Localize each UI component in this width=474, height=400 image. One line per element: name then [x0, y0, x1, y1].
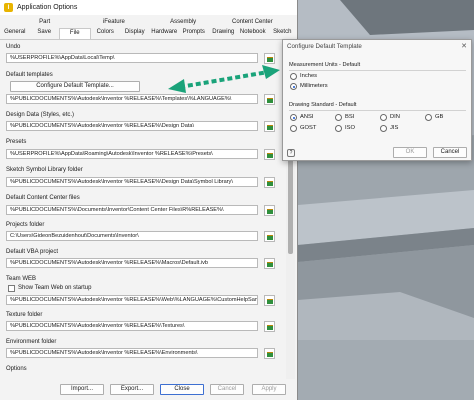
title-bar: I Application Options	[0, 0, 297, 15]
iso-label: ISO	[345, 125, 355, 131]
presets-browse-icon[interactable]	[264, 149, 275, 160]
tab-notebook[interactable]: Notebook	[238, 28, 268, 39]
dialog-title: Application Options	[17, 4, 78, 11]
tab-display[interactable]: Display	[120, 28, 150, 39]
gb-radio[interactable]	[425, 114, 432, 121]
sketch-symbol-browse-icon[interactable]	[264, 177, 275, 188]
tab-save[interactable]: Save	[30, 28, 60, 39]
tab-sketch[interactable]: Sketch	[268, 28, 298, 39]
team-web-path-field[interactable]: %PUBLICDOCUMENTS%\Autodesk\Inventor %REL…	[6, 295, 258, 305]
environment-path-field[interactable]: %PUBLICDOCUMENTS%\Autodesk\Inventor %REL…	[6, 348, 258, 358]
design-data-browse-icon[interactable]	[264, 121, 275, 132]
show-team-web-label: Show Team Web on startup	[18, 285, 92, 291]
design-data-path-field[interactable]: %PUBLICDOCUMENTS%\Autodesk\Inventor %REL…	[6, 121, 258, 131]
configure-default-template-button[interactable]: Configure Default Template...	[10, 81, 140, 92]
inches-label: Inches	[300, 73, 318, 79]
ansi-label: ANSI	[300, 114, 314, 120]
double-arrow-annotation	[168, 65, 280, 93]
gost-label: GOST	[300, 125, 317, 131]
team-web-browse-icon[interactable]	[264, 295, 275, 306]
vba-path-field[interactable]: %PUBLICDOCUMENTS%\Autodesk\Inventor %REL…	[6, 258, 258, 268]
content-center-path-field[interactable]: %PUBLICDOCUMENTS%\Documents\Inventor\Con…	[6, 205, 258, 215]
templates-label: Default templates	[6, 72, 53, 78]
tab-strip: Part iFeature Assembly Content Center Ge…	[0, 15, 297, 40]
environment-label: Environment folder	[6, 339, 57, 345]
vba-browse-icon[interactable]	[264, 258, 275, 269]
jis-label: JIS	[390, 125, 399, 131]
texture-path-field[interactable]: %PUBLICDOCUMENTS%\Autodesk\Inventor %REL…	[6, 321, 258, 331]
tab-hardware[interactable]: Hardware	[150, 28, 180, 39]
close-button[interactable]: Close	[160, 384, 204, 395]
environment-browse-icon[interactable]	[264, 348, 275, 359]
tab-drawing[interactable]: Drawing	[209, 28, 239, 39]
tab-colors[interactable]: Colors	[91, 28, 121, 39]
tab-prompts[interactable]: Prompts	[179, 28, 209, 39]
inventor-app-icon: I	[4, 3, 13, 12]
options-label: Options	[6, 366, 27, 372]
measurement-units-label: Measurement Units - Default	[289, 62, 361, 68]
close-icon[interactable]: ✕	[461, 42, 467, 50]
content-center-label: Default Content Center files	[6, 195, 80, 201]
import-button[interactable]: Import...	[60, 384, 104, 395]
gb-label: GB	[435, 114, 444, 120]
config-dialog-title: Configure Default Template	[287, 43, 362, 50]
design-data-label: Design Data (Styles, etc.)	[6, 112, 75, 118]
din-label: DIN	[390, 114, 400, 120]
projects-browse-icon[interactable]	[264, 231, 275, 242]
templates-path-field[interactable]: %PUBLICDOCUMENTS%\Autodesk\Inventor %REL…	[6, 94, 258, 104]
inches-radio[interactable]	[290, 73, 297, 80]
presets-label: Presets	[6, 139, 27, 145]
sketch-symbol-label: Sketch Symbol Library folder	[6, 167, 83, 173]
vba-label: Default VBA project	[6, 249, 59, 255]
undo-browse-icon[interactable]	[264, 53, 275, 64]
projects-label: Projects folder	[6, 222, 45, 228]
dialog-footer: Import... Export... Close Cancel Apply	[0, 379, 297, 400]
sketch-symbol-path-field[interactable]: %PUBLICDOCUMENTS%\Autodesk\Inventor %REL…	[6, 177, 258, 187]
bsi-label: BSI	[345, 114, 355, 120]
bsi-radio[interactable]	[335, 114, 342, 121]
texture-browse-icon[interactable]	[264, 321, 275, 332]
undo-path-field[interactable]: %USERPROFILE%\AppData\Local\Temp\	[6, 53, 258, 63]
templates-browse-icon[interactable]	[264, 94, 275, 105]
iso-radio[interactable]	[335, 125, 342, 132]
units-divider	[289, 70, 466, 71]
jis-radio[interactable]	[380, 125, 387, 132]
tab-row-2: General Save File Colors Display Hardwar…	[0, 28, 297, 39]
drawing-standard-label: Drawing Standard - Default	[289, 102, 357, 108]
apply-button[interactable]: Apply	[252, 384, 286, 395]
ansi-radio[interactable]	[290, 114, 297, 121]
content-center-browse-icon[interactable]	[264, 205, 275, 216]
ok-button[interactable]: OK	[393, 147, 427, 158]
millimeters-radio[interactable]	[290, 83, 297, 90]
standard-divider	[289, 110, 466, 111]
texture-label: Texture folder	[6, 312, 43, 318]
configure-default-template-dialog: Configure Default Template ✕ Measurement…	[282, 39, 472, 161]
help-icon[interactable]: ?	[287, 149, 295, 157]
cancel-button[interactable]: Cancel	[210, 384, 244, 395]
millimeters-label: Millimeters	[300, 83, 328, 89]
tab-file[interactable]: File	[59, 28, 91, 39]
config-cancel-button[interactable]: Cancel	[433, 147, 467, 158]
din-radio[interactable]	[380, 114, 387, 121]
projects-path-field[interactable]: C:\Users\GideonBezuidenhout\Documents\In…	[6, 231, 258, 241]
undo-label: Undo	[6, 44, 21, 50]
tab-general[interactable]: General	[0, 28, 30, 39]
presets-path-field[interactable]: %USERPROFILE%\AppData\Roaming\Autodesk\I…	[6, 149, 258, 159]
export-button[interactable]: Export...	[110, 384, 154, 395]
show-team-web-checkbox[interactable]	[8, 285, 15, 292]
application-options-dialog: I Application Options Part iFeature Asse…	[0, 0, 298, 400]
gost-radio[interactable]	[290, 125, 297, 132]
team-web-label: Team WEB	[6, 276, 37, 282]
